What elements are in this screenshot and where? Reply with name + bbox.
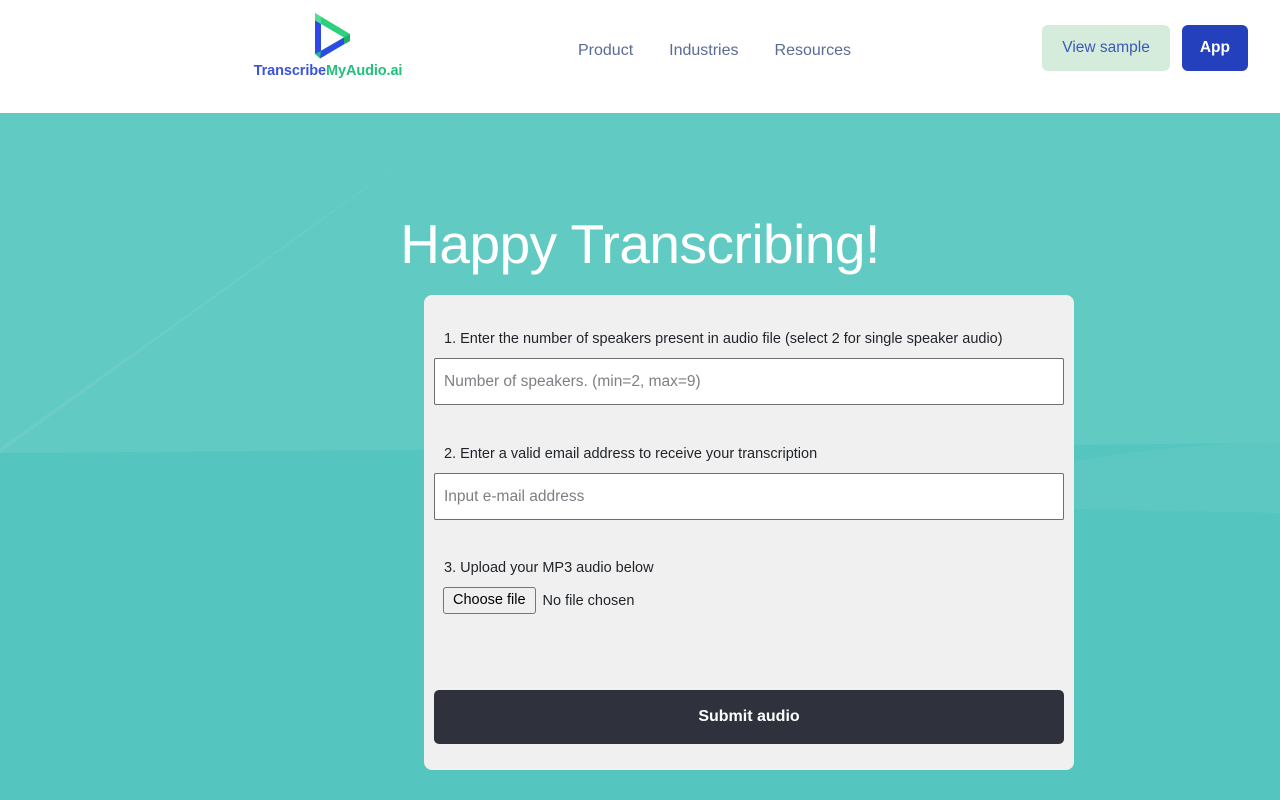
brand-logo-link[interactable]: TranscribeMyAudio.ai: [248, 10, 408, 80]
upload-field-label: 3. Upload your MP3 audio below: [444, 560, 654, 576]
file-upload-row[interactable]: Choose file No file chosen: [434, 587, 1064, 614]
main-navigation: Product Industries Resources: [560, 36, 869, 66]
nav-item-product[interactable]: Product: [560, 36, 651, 66]
brand-name-part1: Transcribe: [253, 63, 326, 79]
brand-name-part2: MyAudio.ai: [326, 63, 403, 79]
site-header: TranscribeMyAudio.ai Product Industries …: [0, 0, 1280, 113]
page-title: Happy Transcribing!: [400, 213, 880, 275]
nav-item-industries[interactable]: Industries: [651, 36, 756, 66]
transcription-form-card: 1. Enter the number of speakers present …: [424, 295, 1074, 770]
email-input[interactable]: [434, 473, 1064, 520]
choose-file-button[interactable]: Choose file: [443, 587, 536, 614]
submit-audio-button[interactable]: Submit audio: [434, 690, 1064, 744]
brand-name: TranscribeMyAudio.ai: [254, 63, 403, 79]
app-button[interactable]: App: [1181, 25, 1248, 71]
nav-item-resources[interactable]: Resources: [757, 36, 869, 66]
email-field-label: 2. Enter a valid email address to receiv…: [444, 446, 818, 462]
form-spacer: [434, 405, 1064, 444]
speakers-field-label: 1. Enter the number of speakers present …: [444, 331, 1003, 347]
view-sample-button[interactable]: View sample: [1042, 25, 1170, 71]
form-spacer: [434, 520, 1064, 558]
hero-section: Happy Transcribing! 1. Enter the number …: [0, 113, 1280, 800]
penrose-triangle-play-logo-icon: [300, 10, 356, 62]
header-actions: View sample App: [1042, 25, 1248, 71]
speakers-input[interactable]: [434, 358, 1064, 405]
file-status-text: No file chosen: [542, 592, 635, 609]
form-spacer: [434, 614, 1064, 690]
